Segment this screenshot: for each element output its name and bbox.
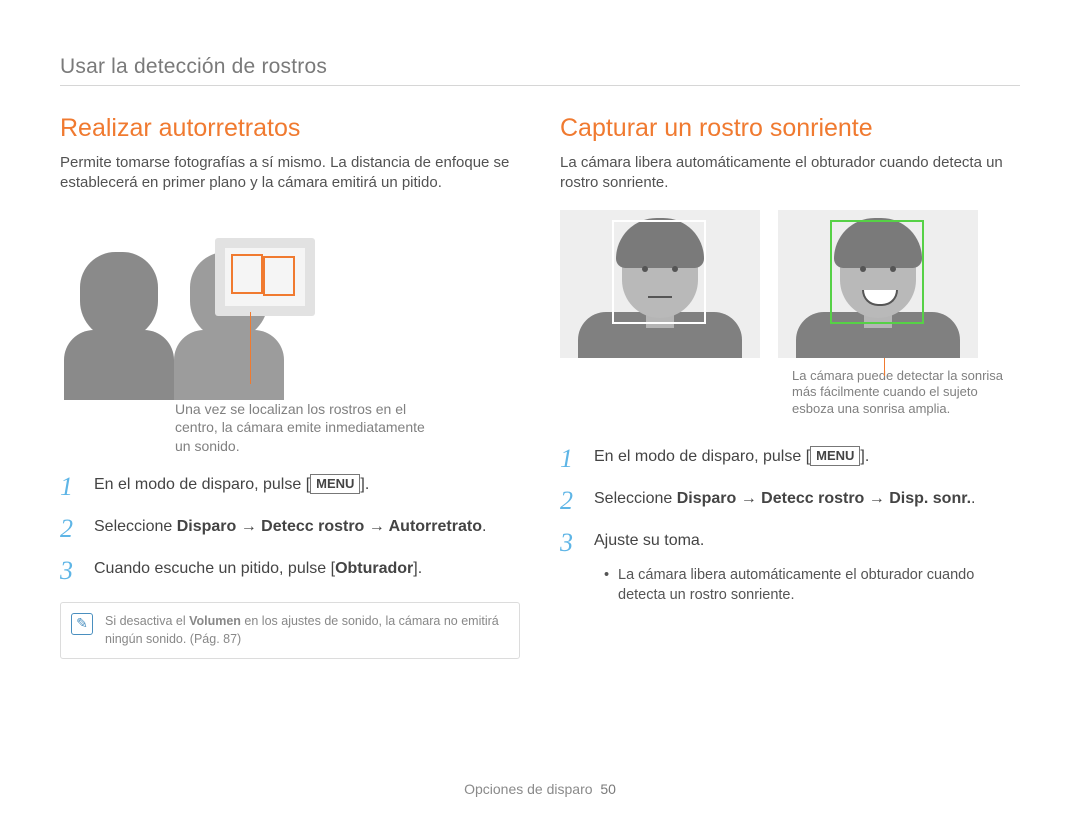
step-text: ]. [413,560,422,577]
left-title: Realizar autorretratos [60,114,520,143]
step-text: ]. [360,476,369,493]
selfie-illustration: Una vez se localizan los rostros en el c… [60,210,520,457]
step-3: 3 Cuando escuche un pitido, pulse [Obtur… [60,558,520,584]
callout-line-icon [250,312,251,384]
step-number: 2 [560,488,594,514]
step-number: 1 [60,474,94,500]
face-panels [560,210,1020,358]
face-detect-box-icon [263,256,295,296]
note-text: Si desactiva el [105,614,189,628]
step-number: 1 [560,446,594,472]
step-1: 1 En el modo de disparo, pulse [MENU]. [560,446,1020,472]
face-panel-smile [778,210,978,358]
step-text: . [482,518,486,535]
step-text: En el modo de disparo, pulse [ [94,476,310,493]
menu-button-icon: MENU [810,446,860,466]
step-2: 2 Seleccione Disparo → Detecc rostro → D… [560,488,1020,514]
step-text-bold: Disparo → Detecc rostro → Disp. sonr. [677,490,971,507]
step-text: En el modo de disparo, pulse [ [594,448,810,465]
step-text: Cuando escuche un pitido, pulse [ [94,560,335,577]
page-number: 50 [600,781,616,797]
step-3: 3 Ajuste su toma. [560,530,1020,556]
footer-section: Opciones de disparo [464,781,592,797]
step-text-bold: Disparo → Detecc rostro → Autorretrato [177,518,482,535]
step-text: Seleccione [594,490,677,507]
step-number: 3 [60,558,94,584]
left-steps: 1 En el modo de disparo, pulse [MENU]. 2… [60,474,520,584]
step-text: ]. [860,448,869,465]
note-text-bold: Volumen [189,614,241,628]
step-3-bullet: La cámara libera automáticamente el obtu… [604,566,1020,605]
callout-line-icon [884,358,885,376]
step-text: . [971,490,975,507]
step-text: Ajuste su toma. [594,530,704,552]
face-panel-neutral [560,210,760,358]
left-column: Realizar autorretratos Permite tomarse f… [60,114,520,659]
right-column: Capturar un rostro sonriente La cámara l… [560,114,1020,659]
breadcrumb-header: Usar la detección de rostros [60,55,1020,86]
step-text: Seleccione [94,518,177,535]
step-number: 3 [560,530,594,556]
note-box: ✎ Si desactiva el Volumen en los ajustes… [60,602,520,659]
right-steps: 1 En el modo de disparo, pulse [MENU]. 2… [560,446,1020,556]
face-detect-box-icon [231,254,263,294]
right-title: Capturar un rostro sonriente [560,114,1020,143]
camera-icon [215,238,315,316]
left-intro: Permite tomarse fotografías a sí mismo. … [60,153,520,194]
step-2: 2 Seleccione Disparo → Detecc rostro → A… [60,516,520,542]
step-1: 1 En el modo de disparo, pulse [MENU]. [60,474,520,500]
face-detect-box-green-icon [830,220,924,324]
step-number: 2 [60,516,94,542]
right-intro: La cámara libera automáticamente el obtu… [560,153,1020,194]
note-icon: ✎ [71,613,93,635]
selfie-callout: Una vez se localizan los rostros en el c… [175,400,425,457]
smile-callout: La cámara puede detectar la sonrisa más … [792,368,1020,419]
menu-button-icon: MENU [310,474,360,494]
page-footer: Opciones de disparo 50 [0,781,1080,797]
step-text-bold: Obturador [335,560,413,577]
face-detect-box-white-icon [612,220,706,324]
